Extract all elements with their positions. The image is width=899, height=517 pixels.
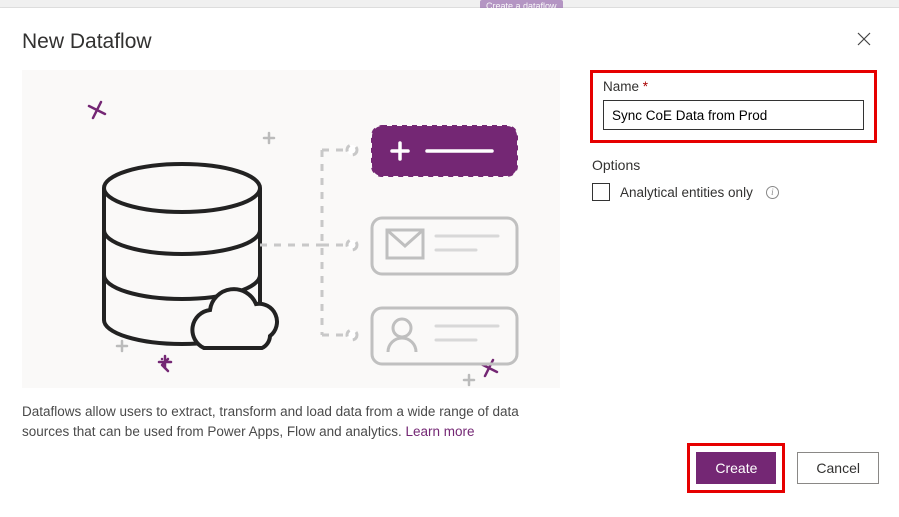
dialog-description: Dataflows allow users to extract, transf…	[22, 402, 562, 443]
name-input[interactable]	[603, 100, 864, 130]
dialog-footer: Create Cancel	[687, 443, 879, 493]
create-button-highlight: Create	[687, 443, 785, 493]
analytical-entities-checkbox[interactable]	[592, 183, 610, 201]
name-label: Name *	[603, 79, 864, 94]
create-button[interactable]: Create	[696, 452, 776, 484]
new-dataflow-dialog: New Dataflow	[0, 8, 899, 517]
options-label: Options	[592, 157, 877, 173]
close-button[interactable]	[851, 26, 877, 56]
cancel-button[interactable]: Cancel	[797, 452, 879, 484]
dataflow-illustration	[22, 70, 560, 388]
close-icon	[857, 32, 871, 46]
required-mark: *	[643, 79, 648, 94]
learn-more-link[interactable]: Learn more	[405, 424, 474, 439]
analytical-entities-label: Analytical entities only	[620, 185, 753, 200]
info-icon[interactable]: i	[766, 186, 779, 199]
name-field-highlight: Name *	[590, 70, 877, 143]
dialog-title: New Dataflow	[22, 30, 152, 54]
